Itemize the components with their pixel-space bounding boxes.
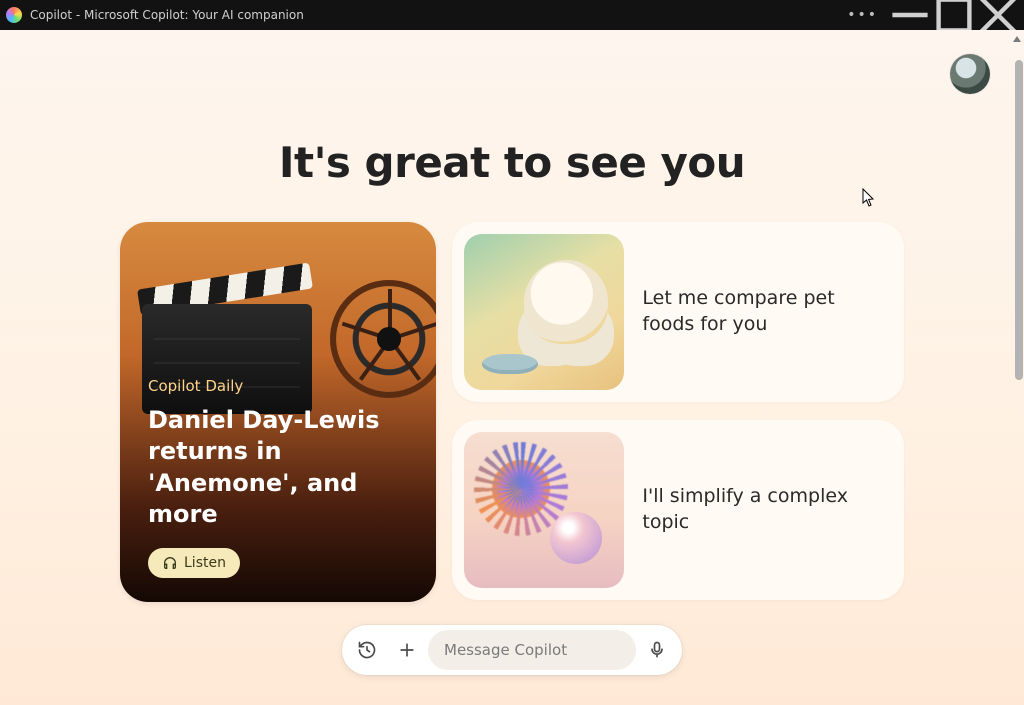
copilot-daily-card[interactable]: Copilot Daily Daniel Day-Lewis returns i… bbox=[120, 222, 436, 602]
message-input[interactable]: Message Copilot bbox=[428, 630, 636, 670]
message-input-placeholder: Message Copilot bbox=[444, 641, 567, 659]
main-content: It's great to see you bbox=[0, 30, 1024, 705]
greeting-heading: It's great to see you bbox=[0, 138, 1024, 187]
history-icon bbox=[357, 640, 377, 660]
vertical-scrollbar[interactable] bbox=[1010, 30, 1024, 705]
more-options-button[interactable]: ••• bbox=[837, 7, 888, 23]
suggestion-card-simplify[interactable]: I'll simplify a complex topic bbox=[452, 420, 904, 600]
scrollbar-thumb[interactable] bbox=[1015, 60, 1023, 380]
listen-button-label: Listen bbox=[184, 555, 226, 571]
maximize-button[interactable] bbox=[932, 1, 976, 29]
window-titlebar: Copilot - Microsoft Copilot: Your AI com… bbox=[0, 0, 1024, 30]
scroll-up-arrow-icon[interactable] bbox=[1012, 34, 1022, 44]
chat-input-bar: Message Copilot bbox=[342, 625, 682, 675]
minimize-button[interactable] bbox=[888, 1, 932, 29]
close-button[interactable] bbox=[976, 1, 1020, 29]
suggestions-column: Let me compare pet foods for you I'll si… bbox=[452, 222, 904, 602]
suggestion-thumb-dog bbox=[464, 234, 624, 390]
plus-icon bbox=[397, 640, 417, 660]
suggestion-text: Let me compare pet foods for you bbox=[642, 286, 892, 337]
cards-row: Copilot Daily Daniel Day-Lewis returns i… bbox=[120, 222, 904, 602]
suggestion-thumb-abstract bbox=[464, 432, 624, 588]
window-title: Copilot - Microsoft Copilot: Your AI com… bbox=[30, 8, 304, 22]
copilot-app-icon bbox=[6, 7, 22, 23]
suggestion-card-pet-food[interactable]: Let me compare pet foods for you bbox=[452, 222, 904, 402]
user-avatar[interactable] bbox=[950, 54, 990, 94]
mouse-cursor-icon bbox=[862, 188, 876, 208]
suggestion-text: I'll simplify a complex topic bbox=[642, 484, 892, 535]
microphone-icon bbox=[647, 640, 667, 660]
history-button[interactable] bbox=[348, 631, 386, 669]
daily-card-headline: Daniel Day-Lewis returns in 'Anemone', a… bbox=[148, 405, 412, 530]
new-topic-button[interactable] bbox=[388, 631, 426, 669]
window-controls bbox=[888, 1, 1020, 29]
listen-button[interactable]: Listen bbox=[148, 548, 240, 578]
daily-card-label: Copilot Daily bbox=[148, 377, 412, 395]
voice-input-button[interactable] bbox=[638, 631, 676, 669]
headphones-icon bbox=[162, 555, 178, 571]
